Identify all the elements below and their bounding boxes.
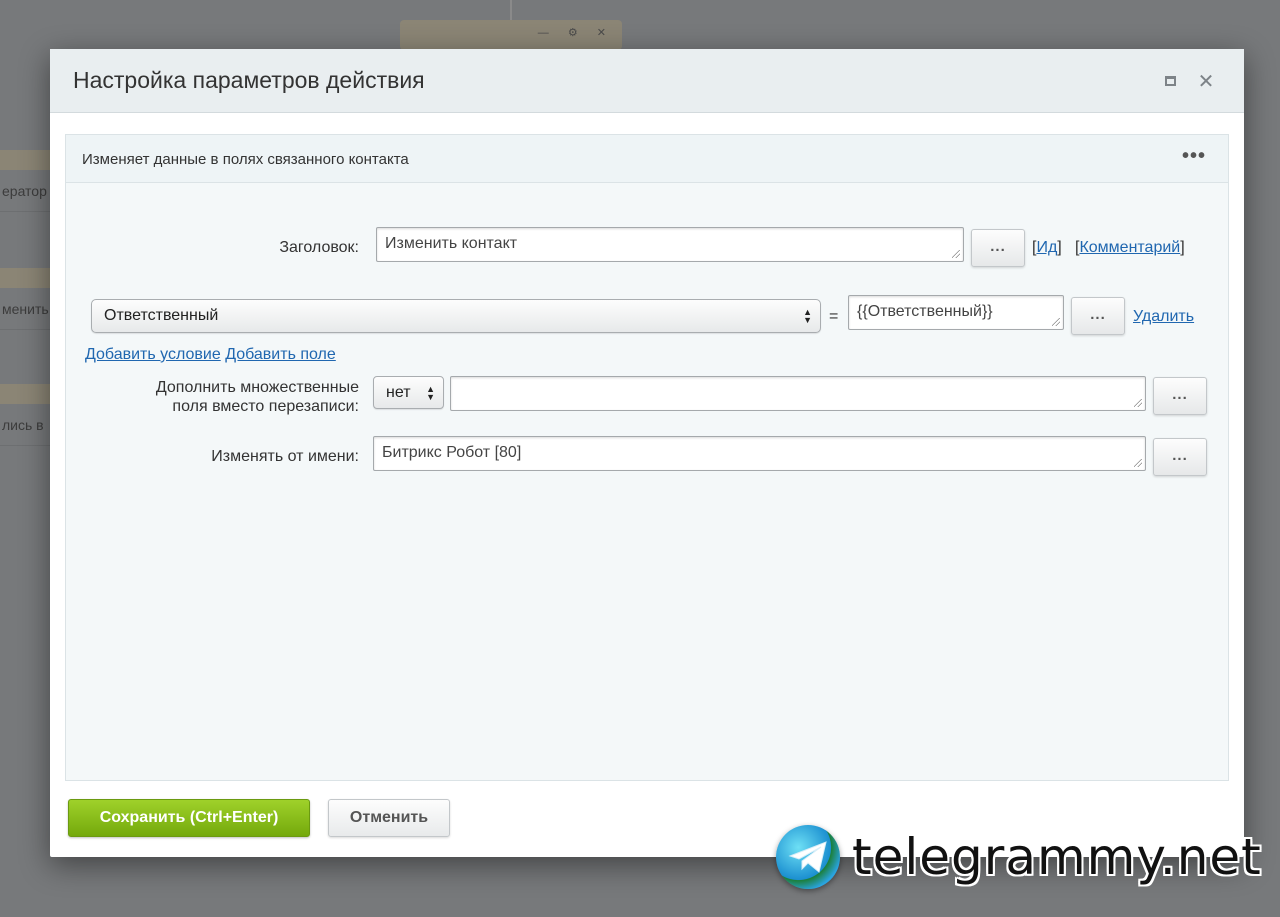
append-insert-button[interactable]: ... <box>1153 377 1207 415</box>
resize-grip-icon[interactable] <box>952 250 960 258</box>
background-card-controls: — ⚙ ✕ <box>537 27 614 39</box>
modify-as-label: Изменять от имени: <box>211 448 359 465</box>
condition-insert-button[interactable]: ... <box>1071 297 1125 335</box>
resize-grip-icon[interactable] <box>1052 318 1060 326</box>
panel-title: Изменяет данные в полях связанного конта… <box>82 151 409 168</box>
resize-grip-icon[interactable] <box>1134 399 1142 407</box>
dialog-title: Настройка параметров действия <box>73 67 425 93</box>
background-item-2: менить <box>0 268 50 330</box>
title-label: Заголовок: <box>279 239 359 256</box>
id-link[interactable]: Ид <box>1036 239 1057 256</box>
save-button[interactable]: Сохранить (Ctrl+Enter) <box>68 799 310 837</box>
title-insert-button[interactable]: ... <box>971 229 1025 267</box>
delete-link[interactable]: Удалить <box>1133 308 1194 325</box>
background-connector <box>510 0 512 20</box>
condition-value-input[interactable]: {{Ответственный}} <box>848 295 1064 330</box>
watermark: telegrammy.net <box>776 824 1262 890</box>
comment-link-group: [Комментарий] <box>1075 239 1185 256</box>
settings-panel: Изменяет данные в полях связанного конта… <box>65 134 1229 781</box>
add-links: Добавить условие Добавить поле <box>85 346 336 364</box>
close-icon[interactable]: ✕ <box>1196 71 1216 93</box>
equals-sign: = <box>829 308 839 325</box>
title-input[interactable]: Изменить контакт <box>376 227 964 262</box>
select-arrows-icon: ▲ ▼ <box>803 307 812 325</box>
background-activity-card: — ⚙ ✕ <box>400 20 622 50</box>
more-options-icon[interactable]: ••• <box>1182 145 1206 168</box>
comment-link[interactable]: Комментарий <box>1079 239 1180 256</box>
resize-grip-icon[interactable] <box>1134 459 1142 467</box>
background-item-1: ератор <box>0 150 50 212</box>
watermark-text: telegrammy.net <box>852 828 1262 886</box>
panel-header: Изменяет данные в полях связанного конта… <box>66 135 1228 183</box>
modify-as-insert-button[interactable]: ... <box>1153 438 1207 476</box>
append-multiple-input[interactable] <box>450 376 1146 411</box>
append-multiple-label: Дополнить множественные поля вместо пере… <box>155 379 359 415</box>
id-link-group: [Ид] <box>1032 239 1062 256</box>
append-multiple-select[interactable]: нет ▲ ▼ <box>373 376 444 409</box>
background-item-3: лись в <box>0 384 50 446</box>
maximize-icon[interactable] <box>1160 71 1180 91</box>
select-arrows-icon: ▲ ▼ <box>426 383 435 402</box>
telegram-logo-icon <box>776 825 840 889</box>
delete-condition-group: Удалить <box>1133 308 1194 326</box>
modify-as-input[interactable]: Битрикс Робот [80] <box>373 436 1146 471</box>
cancel-button[interactable]: Отменить <box>328 799 450 837</box>
add-condition-link[interactable]: Добавить условие <box>85 346 221 363</box>
action-settings-dialog: Настройка параметров действия ✕ Изменяет… <box>50 49 1244 857</box>
add-field-link[interactable]: Добавить поле <box>225 346 336 363</box>
dialog-header: Настройка параметров действия ✕ <box>50 49 1244 113</box>
condition-field-select[interactable]: Ответственный ▲ ▼ <box>91 299 821 333</box>
